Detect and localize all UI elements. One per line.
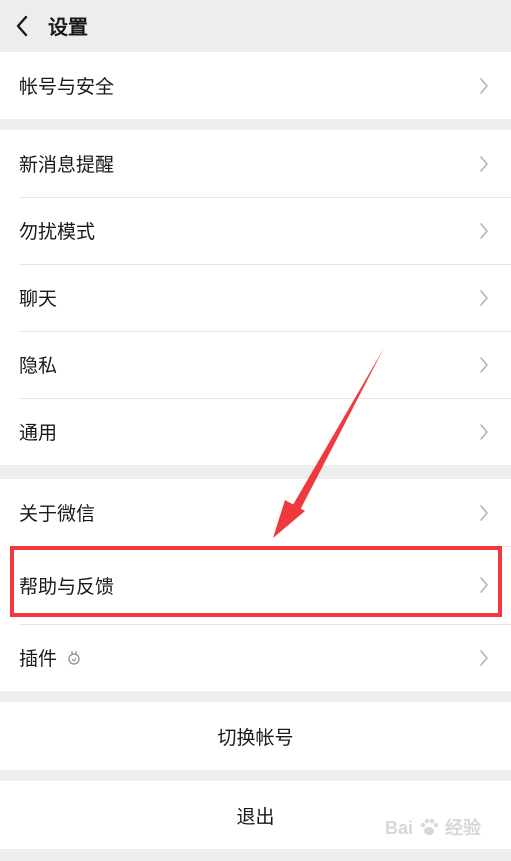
row-label: 帮助与反馈	[19, 575, 115, 598]
row-label: 通用	[19, 422, 58, 444]
row-label: 关于微信	[19, 503, 96, 525]
chevron-right-icon	[479, 356, 489, 374]
settings-row-do-not-disturb[interactable]: 勿扰模式	[0, 197, 511, 264]
settings-row-about-wechat[interactable]: 关于微信	[0, 479, 511, 546]
logout-button[interactable]: 退出	[0, 781, 511, 849]
row-label: 新消息提醒	[19, 154, 115, 176]
settings-row-plugins[interactable]: 插件	[0, 624, 511, 691]
settings-row-new-message-alerts[interactable]: 新消息提醒	[0, 130, 511, 197]
chevron-left-icon	[15, 15, 29, 37]
chevron-right-icon	[479, 649, 489, 667]
chevron-right-icon	[479, 504, 489, 522]
chevron-right-icon	[479, 222, 489, 240]
about-group: 关于微信 帮助与反馈 插件	[0, 479, 511, 691]
settings-row-chats[interactable]: 聊天	[0, 264, 511, 331]
chevron-right-icon	[479, 155, 489, 173]
row-label: 隐私	[19, 355, 58, 377]
account-group: 帐号与安全	[0, 52, 511, 119]
back-button[interactable]	[0, 0, 44, 51]
switch-account-label: 切换帐号	[217, 726, 294, 749]
chevron-right-icon	[479, 576, 489, 594]
chevron-right-icon	[479, 423, 489, 441]
settings-row-help-feedback[interactable]: 帮助与反馈	[0, 546, 511, 624]
row-label: 勿扰模式	[19, 221, 96, 243]
row-label: 聊天	[19, 288, 58, 310]
logout-label: 退出	[236, 805, 275, 828]
nav-bar: 设置	[0, 0, 511, 51]
settings-row-account-security[interactable]: 帐号与安全	[0, 52, 511, 119]
row-label: 帐号与安全	[19, 76, 115, 98]
chevron-right-icon	[479, 77, 489, 95]
page-title: 设置	[48, 15, 88, 39]
row-label: 插件	[19, 648, 58, 670]
main-settings-group: 新消息提醒 勿扰模式 聊天 隐私 通用	[0, 130, 511, 465]
plugin-badge-icon	[67, 650, 81, 666]
settings-row-general[interactable]: 通用	[0, 398, 511, 465]
chevron-right-icon	[479, 289, 489, 307]
settings-row-privacy[interactable]: 隐私	[0, 331, 511, 398]
switch-account-button[interactable]: 切换帐号	[0, 702, 511, 770]
